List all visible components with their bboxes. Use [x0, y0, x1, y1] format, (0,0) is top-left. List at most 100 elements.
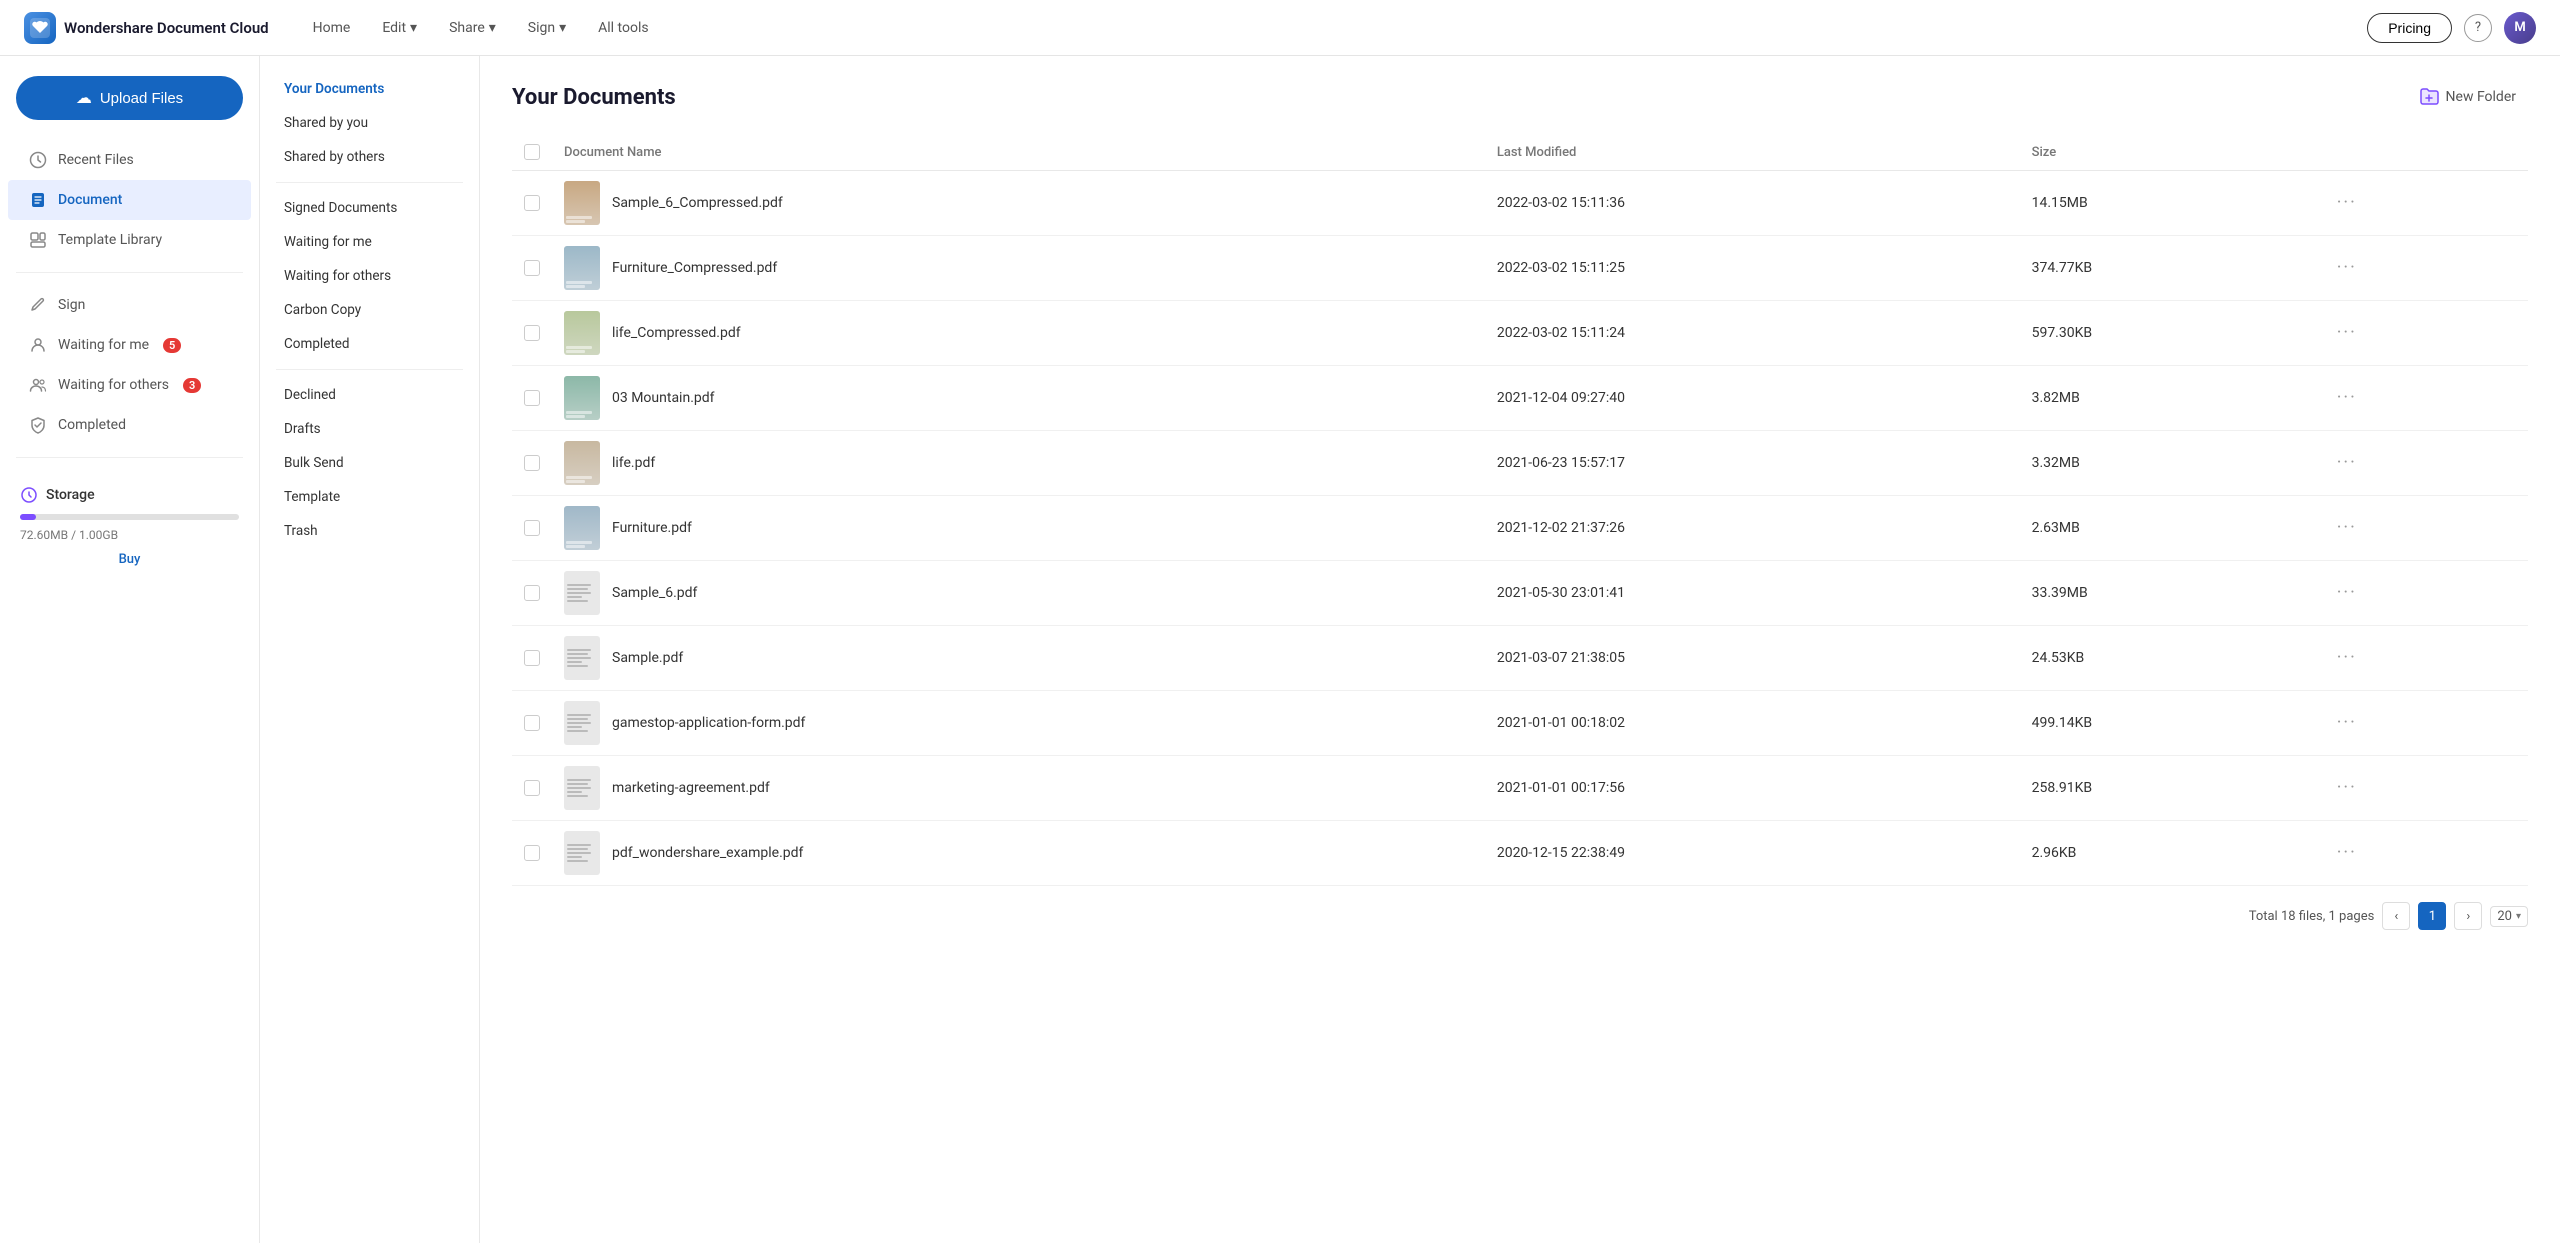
row-checkbox[interactable] [524, 845, 540, 861]
row-checkbox[interactable] [524, 325, 540, 341]
second-sidebar-template[interactable]: Template [260, 480, 479, 514]
row-menu-button[interactable]: ··· [2329, 580, 2516, 606]
row-file-size: 2.63MB [2020, 496, 2317, 561]
document-thumbnail [564, 506, 600, 550]
pricing-button[interactable]: Pricing [2367, 13, 2452, 43]
row-checkbox-cell [512, 366, 552, 431]
nav-sign[interactable]: Sign ▾ [516, 14, 578, 42]
row-menu-button[interactable]: ··· [2329, 710, 2516, 736]
row-menu-button[interactable]: ··· [2329, 840, 2516, 866]
table-row: 03 Mountain.pdf 2021-12-04 09:27:40 3.82… [512, 366, 2528, 431]
row-menu-button[interactable]: ··· [2329, 190, 2516, 216]
row-checkbox[interactable] [524, 390, 540, 406]
sidebar-item-sign[interactable]: Sign [8, 285, 251, 325]
nav-edit[interactable]: Edit ▾ [370, 14, 429, 42]
row-file-size: 2.96KB [2020, 821, 2317, 886]
nav-all-tools[interactable]: All tools [586, 14, 660, 42]
pagination-page-1-button[interactable]: 1 [2418, 902, 2446, 930]
row-checkbox-cell [512, 756, 552, 821]
second-sidebar-signed-documents[interactable]: Signed Documents [260, 191, 479, 225]
document-name[interactable]: Furniture_Compressed.pdf [612, 260, 777, 276]
row-checkbox[interactable] [524, 585, 540, 601]
row-checkbox[interactable] [524, 780, 540, 796]
row-file-size: 374.77KB [2020, 236, 2317, 301]
sidebar-item-waiting-for-me[interactable]: Waiting for me 5 [8, 325, 251, 365]
row-actions-cell: ··· [2317, 626, 2528, 691]
row-menu-button[interactable]: ··· [2329, 385, 2516, 411]
row-checkbox[interactable] [524, 715, 540, 731]
row-name-cell: Furniture_Compressed.pdf [552, 236, 1485, 301]
sidebar-divider-1 [16, 272, 243, 273]
header-checkbox-cell [512, 134, 552, 171]
avatar[interactable]: M [2504, 12, 2536, 44]
row-checkbox[interactable] [524, 195, 540, 211]
header-last-modified: Last Modified [1485, 134, 2020, 171]
row-menu-button[interactable]: ··· [2329, 775, 2516, 801]
second-sidebar-your-documents[interactable]: Your Documents [260, 72, 479, 106]
brand-name: Wondershare Document Cloud [64, 19, 269, 37]
help-button[interactable]: ? [2464, 14, 2492, 42]
row-menu-button[interactable]: ··· [2329, 450, 2516, 476]
table-row: Sample_6_Compressed.pdf 2022-03-02 15:11… [512, 171, 2528, 236]
pagination-next-button[interactable]: › [2454, 902, 2482, 930]
row-name-cell: gamestop-application-form.pdf [552, 691, 1485, 756]
select-all-checkbox[interactable] [524, 144, 540, 160]
second-sidebar-trash[interactable]: Trash [260, 514, 479, 548]
sidebar-item-waiting-for-others[interactable]: Waiting for others 3 [8, 365, 251, 405]
nav-home[interactable]: Home [301, 14, 363, 42]
row-actions-cell: ··· [2317, 561, 2528, 626]
pagination-prev-button[interactable]: ‹ [2382, 902, 2410, 930]
row-menu-button[interactable]: ··· [2329, 320, 2516, 346]
row-modified-date: 2021-12-04 09:27:40 [1485, 366, 2020, 431]
row-actions-cell: ··· [2317, 496, 2528, 561]
second-sidebar-declined[interactable]: Declined [260, 378, 479, 412]
nav-share[interactable]: Share ▾ [437, 14, 508, 42]
document-name[interactable]: pdf_wondershare_example.pdf [612, 845, 803, 861]
second-sidebar-waiting-for-me[interactable]: Waiting for me [260, 225, 479, 259]
second-sidebar-carbon-copy[interactable]: Carbon Copy [260, 293, 479, 327]
row-checkbox[interactable] [524, 260, 540, 276]
storage-bar-fill [20, 514, 36, 520]
sidebar-item-recent-files[interactable]: Recent Files [8, 140, 251, 180]
buy-button[interactable]: Buy [20, 552, 239, 567]
row-checkbox[interactable] [524, 650, 540, 666]
row-menu-button[interactable]: ··· [2329, 515, 2516, 541]
document-thumbnail [564, 376, 600, 420]
document-name[interactable]: Furniture.pdf [612, 520, 692, 536]
second-sidebar-bulk-send[interactable]: Bulk Send [260, 446, 479, 480]
second-sidebar-shared-by-others[interactable]: Shared by others [260, 140, 479, 174]
table-row: Furniture.pdf 2021-12-02 21:37:26 2.63MB… [512, 496, 2528, 561]
row-actions-cell: ··· [2317, 171, 2528, 236]
sidebar-item-completed[interactable]: Completed [8, 405, 251, 445]
sidebar-item-template-library[interactable]: Template Library [8, 220, 251, 260]
row-checkbox[interactable] [524, 455, 540, 471]
new-folder-button[interactable]: New Folder [2406, 80, 2528, 114]
sidebar-item-document[interactable]: Document [8, 180, 251, 220]
document-name[interactable]: gamestop-application-form.pdf [612, 715, 805, 731]
row-checkbox[interactable] [524, 520, 540, 536]
document-name[interactable]: life_Compressed.pdf [612, 325, 741, 341]
row-modified-date: 2022-03-02 15:11:36 [1485, 171, 2020, 236]
document-name[interactable]: 03 Mountain.pdf [612, 390, 715, 406]
second-sidebar-waiting-for-others[interactable]: Waiting for others [260, 259, 479, 293]
document-name[interactable]: Sample_6_Compressed.pdf [612, 195, 783, 211]
document-name[interactable]: life.pdf [612, 455, 655, 471]
second-sidebar-drafts[interactable]: Drafts [260, 412, 479, 446]
row-checkbox-cell [512, 691, 552, 756]
second-sidebar-completed[interactable]: Completed [260, 327, 479, 361]
storage-usage-text: 72.60MB / 1.00GB [20, 528, 239, 542]
document-name[interactable]: marketing-agreement.pdf [612, 780, 770, 796]
table-row: Furniture_Compressed.pdf 2022-03-02 15:1… [512, 236, 2528, 301]
row-file-size: 3.32MB [2020, 431, 2317, 496]
row-menu-button[interactable]: ··· [2329, 255, 2516, 281]
help-icon: ? [2475, 20, 2481, 35]
per-page-select[interactable]: 20 ▾ [2490, 906, 2528, 927]
row-menu-button[interactable]: ··· [2329, 645, 2516, 671]
second-sidebar: Your Documents Shared by you Shared by o… [260, 56, 480, 1243]
row-actions-cell: ··· [2317, 691, 2528, 756]
brand-logo[interactable]: Wondershare Document Cloud [24, 12, 269, 44]
second-sidebar-shared-by-you[interactable]: Shared by you [260, 106, 479, 140]
upload-files-button[interactable]: ☁ Upload Files [16, 76, 243, 120]
document-name[interactable]: Sample.pdf [612, 650, 683, 666]
document-name[interactable]: Sample_6.pdf [612, 585, 697, 601]
